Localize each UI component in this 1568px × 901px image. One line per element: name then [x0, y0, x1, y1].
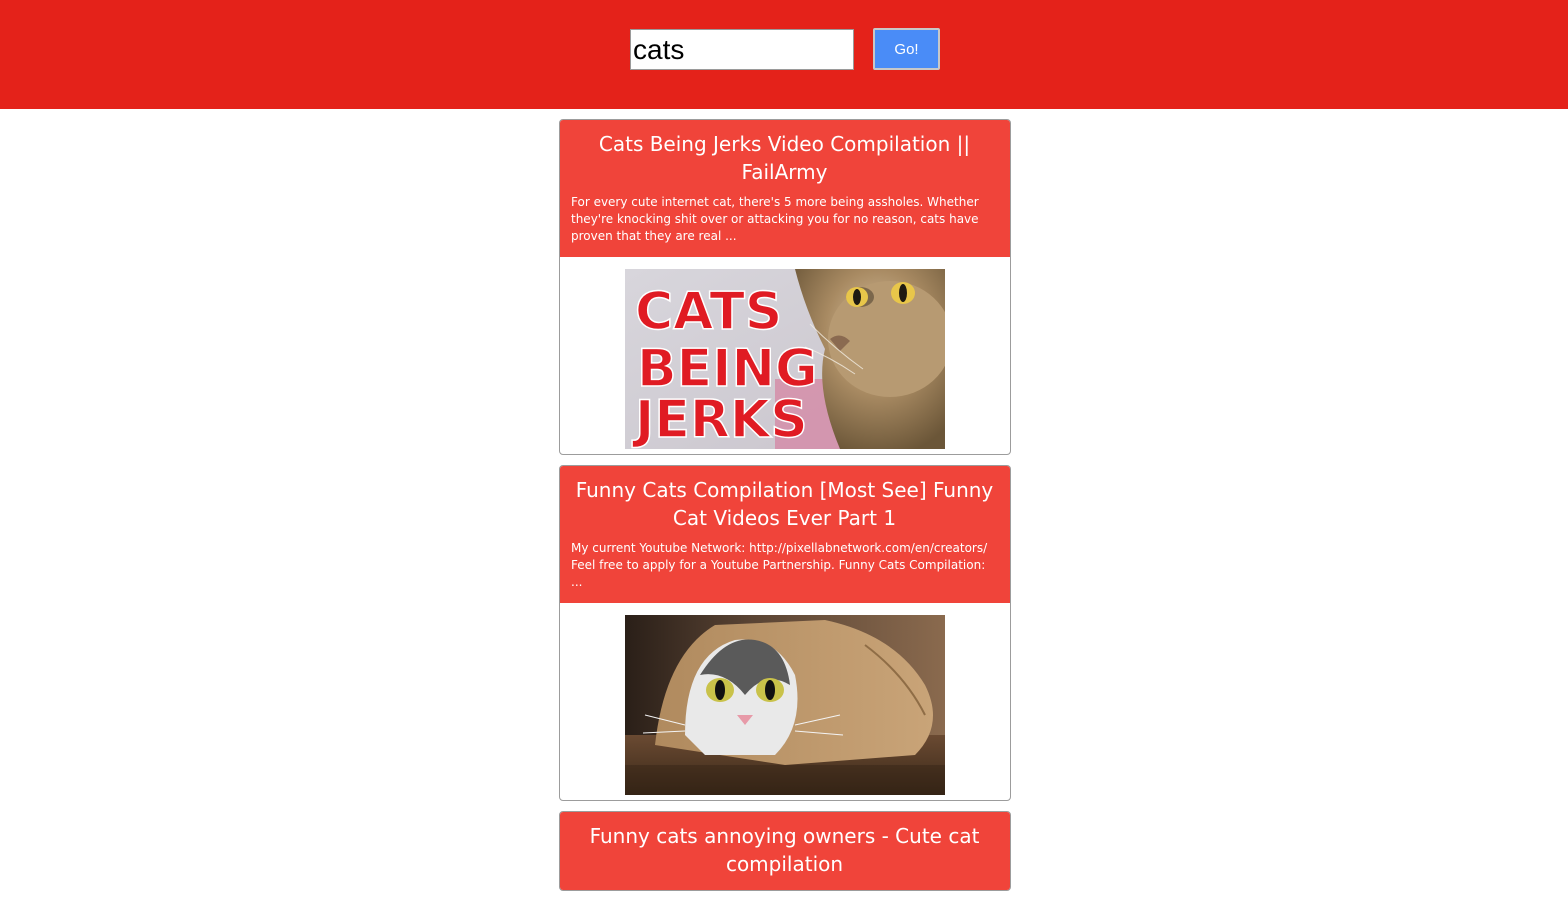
thumbnail-word: CATS	[635, 282, 782, 342]
result-card[interactable]: Funny Cats Compilation [Most See] Funny …	[559, 465, 1011, 801]
result-title[interactable]: Funny cats annoying owners - Cute cat co…	[571, 822, 998, 878]
result-title[interactable]: Cats Being Jerks Video Compilation || Fa…	[571, 130, 998, 186]
search-input[interactable]	[630, 29, 854, 70]
result-card[interactable]: Cats Being Jerks Video Compilation || Fa…	[559, 119, 1011, 455]
result-card-header: Cats Being Jerks Video Compilation || Fa…	[560, 120, 1010, 257]
go-button[interactable]: Go!	[873, 28, 940, 70]
result-card-body	[560, 603, 1010, 800]
result-card-body: CATS BEING JERKS	[560, 257, 1010, 454]
thumbnail-word: JERKS	[632, 390, 808, 449]
result-card-header: Funny cats annoying owners - Cute cat co…	[560, 812, 1010, 890]
result-card-header: Funny Cats Compilation [Most See] Funny …	[560, 466, 1010, 603]
result-description: My current Youtube Network: http://pixel…	[571, 541, 988, 589]
results-list: Cats Being Jerks Video Compilation || Fa…	[559, 119, 1011, 901]
video-thumbnail[interactable]	[625, 615, 945, 795]
result-card[interactable]: Funny cats annoying owners - Cute cat co…	[559, 811, 1011, 891]
search-header: Go!	[0, 0, 1568, 109]
result-title[interactable]: Funny Cats Compilation [Most See] Funny …	[571, 476, 998, 532]
result-description: For every cute internet cat, there's 5 m…	[571, 195, 979, 243]
video-thumbnail[interactable]: CATS BEING JERKS	[625, 269, 945, 449]
